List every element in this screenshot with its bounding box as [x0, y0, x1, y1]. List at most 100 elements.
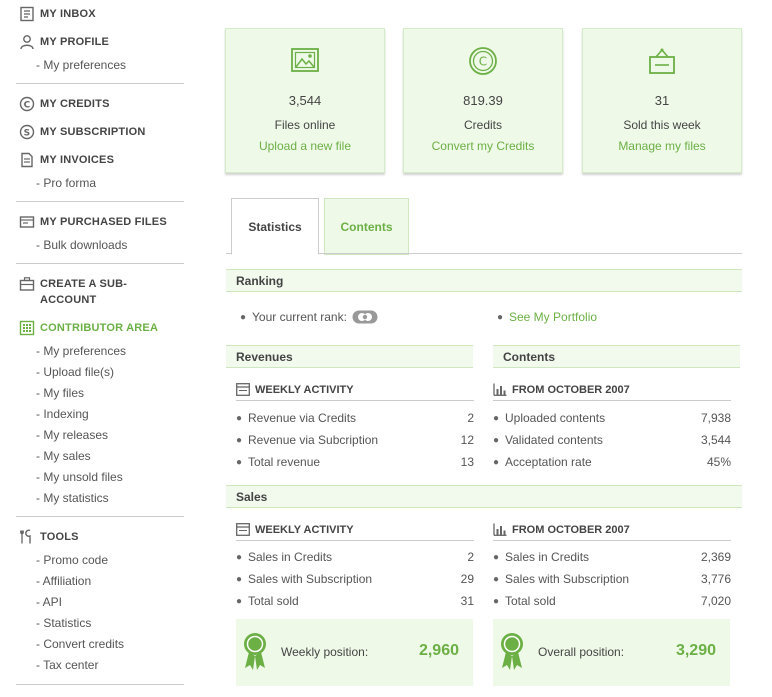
sidebar-item-label: MY CREDITS [40, 98, 110, 110]
upload-new-file-link[interactable]: Upload a new file [226, 139, 384, 153]
sidebar-item-create-sub-account[interactable]: CREATE A SUB- ACCOUNT [19, 276, 127, 308]
row-label: Revenue via Subcription [248, 433, 379, 447]
row-value: 29 [460, 572, 474, 586]
sidebar-subitem-affiliation[interactable]: - Affiliation [36, 574, 91, 588]
see-portfolio-link[interactable]: See My Portfolio [509, 310, 597, 324]
revenues-section-header: Revenues [226, 345, 473, 368]
weekly-position-label: Weekly position: [281, 645, 369, 659]
tab-contents[interactable]: Contents [324, 198, 409, 255]
bullet: ● [240, 311, 247, 323]
subhead-label: WEEKLY ACTIVITY [255, 383, 354, 396]
bullet: ● [236, 595, 243, 607]
row-value: 13 [460, 455, 474, 469]
credit-coin-icon: C [19, 96, 35, 112]
sales-section-header: Sales [226, 485, 742, 508]
row-value: 7,938 [700, 411, 731, 425]
sidebar-item-credits[interactable]: C MY CREDITS [19, 96, 110, 112]
table-row: ● Acceptation rate 45% [493, 453, 731, 471]
sidebar-subitem-bulk-downloads[interactable]: - Bulk downloads [36, 238, 127, 252]
credits-value: 819.39 [463, 93, 503, 108]
row-label: Acceptation rate [505, 455, 592, 469]
sidebar: MY INBOX MY PROFILE - My preferences C M… [0, 0, 200, 697]
create-sub-account-line1: CREATE A SUB- [40, 278, 128, 290]
convert-credits-link[interactable]: Convert my Credits [404, 139, 562, 153]
weekly-position-value: 2,960 [418, 642, 459, 659]
sidebar-subitem-statistics[interactable]: - Statistics [36, 616, 91, 630]
sidebar-subitem-my-statistics[interactable]: - My statistics [36, 491, 109, 505]
subhead-label: WEEKLY ACTIVITY [255, 523, 354, 536]
files-online-card: 3,544 Files online Upload a new file [225, 28, 385, 173]
sidebar-item-label: MY PROFILE [40, 36, 110, 48]
award-ribbon-icon [244, 633, 266, 670]
portfolio-row: ● See My Portfolio [497, 308, 697, 326]
tab-statistics[interactable]: Statistics [231, 198, 319, 255]
sold-this-week-card: 31 Sold this week Manage my files [582, 28, 742, 173]
sidebar-subitem-my-preferences[interactable]: - My preferences [36, 344, 126, 358]
sidebar-subitem-tax-center[interactable]: - Tax center [36, 658, 98, 672]
svg-text:C: C [479, 55, 487, 69]
subscription-coin-icon: S [19, 124, 35, 140]
sidebar-subitem-my-sales[interactable]: - My sales [36, 449, 91, 463]
sidebar-subitem-my-files[interactable]: - My files [36, 386, 84, 400]
sidebar-divider [16, 83, 184, 84]
sidebar-subitem-my-unsold-files[interactable]: - My unsold files [36, 470, 123, 484]
credits-label: Credits [463, 118, 502, 132]
revenues-weekly-activity-header: WEEKLY ACTIVITY [236, 379, 474, 401]
row-label: Revenue via Credits [248, 411, 357, 425]
sidebar-item-profile[interactable]: MY PROFILE [19, 34, 109, 50]
svg-text:S: S [24, 129, 31, 139]
briefcase-icon [19, 277, 35, 291]
sidebar-subitem-pro-forma[interactable]: - Pro forma [36, 176, 96, 190]
row-label: Sales with Subscription [505, 572, 630, 586]
sidebar-item-purchased-files[interactable]: MY PURCHASED FILES [19, 214, 167, 230]
grid-icon [19, 320, 35, 336]
sidebar-item-label: MY SUBSCRIPTION [40, 126, 146, 138]
sold-this-week-value: 31 [654, 93, 670, 108]
sidebar-subitem-convert-credits[interactable]: - Convert credits [36, 637, 124, 651]
award-ribbon-icon [501, 633, 523, 670]
sidebar-divider [16, 684, 184, 685]
sidebar-subitem-my-releases[interactable]: - My releases [36, 428, 108, 442]
sidebar-item-contributor-area[interactable]: CONTRIBUTOR AREA [19, 320, 158, 336]
row-label: Sales with Subscription [248, 572, 373, 586]
sidebar-divider [16, 516, 184, 517]
subhead-label: FROM OCTOBER 2007 [512, 383, 630, 396]
bullet: ● [236, 412, 243, 424]
sidebar-item-inbox[interactable]: MY INBOX [19, 6, 96, 22]
sidebar-subitem-upload-files[interactable]: - Upload file(s) [36, 365, 114, 379]
sidebar-subitem-profile-preferences[interactable]: - My preferences [36, 58, 126, 72]
table-row: ● Sales with Subscription 29 [236, 570, 474, 588]
table-row: ● Sales with Subscription 3,776 [493, 570, 731, 588]
table-row: ● Total sold 31 [236, 592, 474, 610]
credits-card: C 819.39 Credits Convert my Credits [403, 28, 563, 173]
row-label: Total sold [248, 594, 299, 608]
sidebar-subitem-api[interactable]: - API [36, 595, 62, 609]
bullet: ● [236, 434, 243, 446]
row-label: Uploaded contents [505, 411, 606, 425]
sidebar-item-tools[interactable]: TOOLS [19, 529, 79, 545]
sidebar-subitem-indexing[interactable]: - Indexing [36, 407, 89, 421]
row-label: Validated contents [505, 433, 603, 447]
row-value: 12 [460, 433, 474, 447]
sidebar-item-label: CONTRIBUTOR AREA [40, 322, 159, 334]
sidebar-item-label: MY PURCHASED FILES [40, 216, 167, 228]
sidebar-subitem-promo-code[interactable]: - Promo code [36, 553, 108, 567]
sales-from-october-header: FROM OCTOBER 2007 [493, 519, 731, 541]
manage-files-link[interactable]: Manage my files [583, 139, 741, 153]
sold-this-week-label: Sold this week [623, 118, 701, 132]
files-online-label: Files online [274, 118, 336, 132]
rank-toggle-icon[interactable] [352, 310, 378, 324]
row-value: 2 [467, 550, 474, 564]
sidebar-item-subscription[interactable]: S MY SUBSCRIPTION [19, 124, 145, 140]
overall-position-panel: Overall position: 3,290 [493, 619, 730, 686]
row-value: 2,369 [700, 550, 731, 564]
subhead-label: FROM OCTOBER 2007 [512, 523, 630, 536]
ranking-section-header: Ranking [226, 269, 742, 292]
sidebar-item-invoices[interactable]: MY INVOICES [19, 152, 114, 168]
bar-chart-icon [493, 383, 507, 396]
overall-position-value: 3,290 [675, 642, 716, 659]
files-online-value: 3,544 [288, 93, 322, 108]
row-label: Sales in Credits [505, 550, 590, 564]
weekly-position-panel: Weekly position: 2,960 [236, 619, 473, 686]
table-row: ● Revenue via Credits 2 [236, 409, 474, 427]
